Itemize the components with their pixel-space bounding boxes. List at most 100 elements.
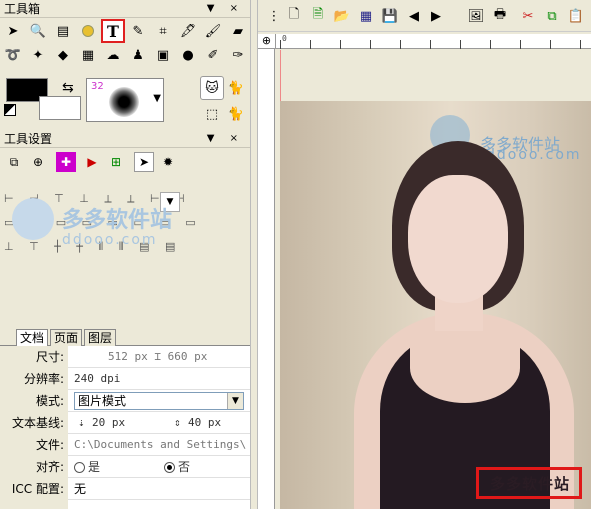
quick-mask-icon[interactable]: 🐈: [226, 78, 246, 98]
back-icon[interactable]: ◀: [404, 6, 424, 26]
panel-splitter[interactable]: [250, 0, 258, 509]
background-color-swatch[interactable]: [39, 96, 81, 120]
eyedropper-tool-icon[interactable]: 🖋: [178, 21, 198, 41]
watermark-logo: 多多软件站 ddooo.com: [6, 190, 186, 250]
text-tool-icon[interactable]: T: [101, 19, 125, 43]
baseline-arrow-both-icon: ⇕: [174, 416, 181, 429]
ellipse-tool-icon[interactable]: [78, 21, 98, 41]
toolbox-title-bar: 工具箱 ▼ ×: [0, 0, 250, 18]
radio-on-icon: [164, 462, 175, 473]
resolution-value[interactable]: 240 dpi: [74, 368, 120, 390]
target-icon[interactable]: ⊕: [28, 152, 48, 172]
left-panel: 工具箱 ▼ × ➤ 🔍 ▤ T ✎ ⌗ 🖋 🖌 ▰ ➰ ✦ ◆ ▦ ☁ ♟ ▣ …: [0, 0, 250, 509]
baseline-b-value[interactable]: 40 px: [188, 412, 221, 434]
doc-tabs: 文档 页面 图层: [0, 328, 250, 346]
clone-tool-icon[interactable]: ♟: [128, 45, 148, 65]
gradient-tool-icon[interactable]: ▦: [78, 45, 98, 65]
chevron-down-icon[interactable]: ▼: [153, 93, 161, 104]
save-icon[interactable]: 💾: [380, 6, 400, 26]
image-icon[interactable]: 🖼: [466, 6, 486, 26]
selection-mask-icon[interactable]: ⬚: [202, 104, 222, 124]
align-yes-radio[interactable]: 是: [74, 456, 100, 478]
watermark-brand: 多多软件站: [62, 208, 173, 233]
stamp-tool-icon[interactable]: ▤: [53, 21, 73, 41]
pointer-icon[interactable]: ➤: [134, 152, 154, 172]
ruler-top-label-0: 0: [282, 34, 287, 43]
blur-tool-icon[interactable]: ✑: [228, 45, 248, 65]
print-icon[interactable]: 🖶: [490, 6, 510, 26]
baseline-a-value[interactable]: 20 px: [92, 412, 125, 434]
toolbox-panel: 工具箱 ▼ × ➤ 🔍 ▤ T ✎ ⌗ 🖋 🖌 ▰ ➰ ✦ ◆ ▦ ☁ ♟ ▣ …: [0, 0, 250, 130]
tool-settings-panel: 工具设置 ▼ × ⧉ ⊕ ✚ ▶ ⊞ ➤ ✹ ⊢ ⊣ ⊤ ⊥ ⟂ ⟂ ⊢ ⊣ ▭…: [0, 130, 250, 320]
prop-row-file: 文件: C:\Documents and Settings\Ad: [0, 434, 250, 456]
crop-tool-icon[interactable]: ⌗: [153, 21, 173, 41]
default-colors-icon[interactable]: [4, 104, 16, 116]
photo-face: [408, 175, 508, 303]
tool-settings-window-buttons[interactable]: ▼ ×: [207, 130, 244, 148]
file-label: 文件:: [0, 434, 68, 456]
arrow-tool-icon[interactable]: ➤: [3, 21, 23, 41]
chevron-down-icon[interactable]: ▼: [227, 393, 243, 409]
fill-bucket-tool-icon[interactable]: ◆: [53, 45, 73, 65]
align-label: 对齐:: [0, 456, 68, 478]
forward-icon[interactable]: ▶: [426, 6, 446, 26]
toolbox-window-buttons[interactable]: ▼ ×: [207, 0, 244, 18]
size-label: 尺寸:: [0, 346, 68, 368]
magic-wand-tool-icon[interactable]: ✦: [28, 45, 48, 65]
baseline-label: 文本基线:: [0, 412, 68, 434]
corner-watermark-text[interactable]: 多多软件站: [490, 473, 570, 494]
mode-select[interactable]: 图片模式 ▼: [74, 392, 244, 410]
lasso-tool-icon[interactable]: ➰: [3, 45, 23, 65]
prop-row-mode: 模式: 图片模式 ▼: [0, 390, 250, 412]
tool-settings-title-bar: 工具设置 ▼ ×: [0, 130, 250, 148]
ruler-corner-icon[interactable]: ⊕: [258, 34, 276, 49]
move-red-icon[interactable]: ▶: [82, 152, 102, 172]
prop-row-resolution: 分辨率: 240 dpi: [0, 368, 250, 390]
icc-value[interactable]: 无: [74, 478, 86, 500]
prop-row-align: 对齐: 是 否: [0, 456, 250, 478]
copy-icon[interactable]: ⧉: [542, 6, 562, 26]
mode-value: 图片模式: [78, 394, 127, 408]
more-label: [0, 500, 68, 509]
prop-row-icc: ICC 配置: 无: [0, 478, 250, 500]
brush-size-label: 32: [91, 81, 104, 92]
grid-view-icon[interactable]: ▦: [356, 6, 376, 26]
prop-row-size: 尺寸: 512 px ⌶ 660 px: [0, 346, 250, 368]
align-no-radio[interactable]: 否: [164, 456, 190, 478]
smudge-tool-icon[interactable]: ☁: [103, 45, 123, 65]
grip-icon: ⋮: [267, 8, 281, 24]
align-no-label: 否: [178, 460, 191, 474]
magnifier-tool-icon[interactable]: 🔍: [28, 21, 48, 41]
move-green-icon[interactable]: ⊞: [106, 152, 126, 172]
mode-label: 模式:: [0, 390, 68, 412]
tab-document[interactable]: 文档: [16, 329, 49, 346]
swap-colors-icon[interactable]: ⇆: [62, 80, 74, 96]
brush-preview[interactable]: 32 ▼: [86, 78, 164, 122]
main-toolbar: ⋮ 🗋 🗎 📂 ▦ 💾 ◀ ▶ 🖼 🖶 ✂ ⧉ 📋: [258, 0, 591, 32]
move-pink-icon[interactable]: ✚: [56, 152, 76, 172]
sponge-tool-icon[interactable]: ▣: [153, 45, 173, 65]
toolbox-title: 工具箱: [4, 2, 41, 16]
dodge-tool-icon[interactable]: ●: [178, 45, 198, 65]
open-folder-icon[interactable]: 📂: [332, 6, 352, 26]
tab-layer[interactable]: 图层: [84, 329, 117, 346]
photo-image[interactable]: 多多软件站 ddooo.com: [280, 101, 591, 509]
new-from-template-icon[interactable]: 🗎: [308, 6, 328, 26]
paste-icon[interactable]: 📋: [566, 6, 586, 26]
burn-tool-icon[interactable]: ✐: [203, 45, 223, 65]
paintbrush-tool-icon[interactable]: 🖌: [203, 21, 223, 41]
channel-mask-icon[interactable]: 🐈: [226, 104, 246, 124]
resolution-label: 分辨率:: [0, 368, 68, 390]
pen-add-tool-icon[interactable]: ✎: [128, 21, 148, 41]
tab-page[interactable]: 页面: [50, 329, 83, 346]
ruler-left: [258, 49, 275, 509]
logo-icon: [12, 198, 54, 240]
select-layer-icon[interactable]: ⧉: [4, 152, 24, 172]
new-document-icon[interactable]: 🗋: [284, 6, 304, 26]
radio-off-icon: [74, 462, 85, 473]
mask-mode-icon[interactable]: 🐱: [200, 76, 224, 100]
eraser-tool-icon[interactable]: ▰: [228, 21, 248, 41]
cut-icon[interactable]: ✂: [518, 6, 538, 26]
gear-icon[interactable]: ✹: [158, 152, 178, 172]
tool-settings-title: 工具设置: [4, 132, 53, 146]
